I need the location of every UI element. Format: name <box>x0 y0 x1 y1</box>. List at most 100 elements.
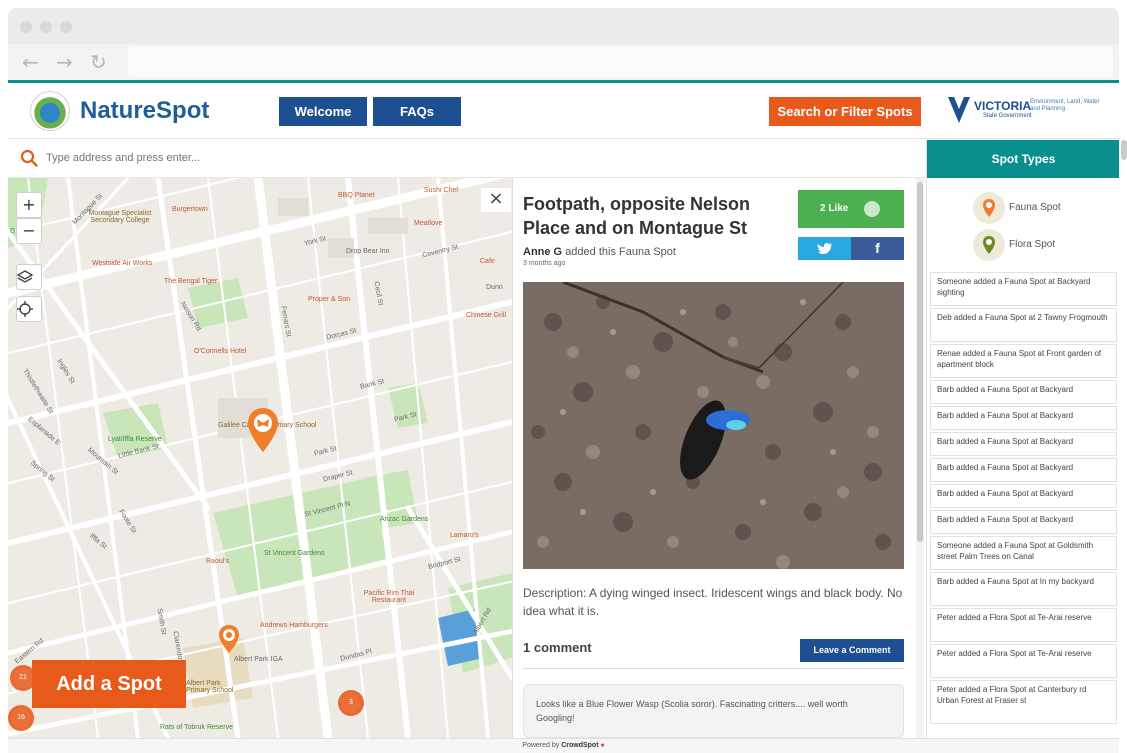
crowdspot-brand[interactable]: CrowdSpot <box>561 742 598 749</box>
feed-item[interactable]: Barb added a Fauna Spot at Backyard <box>930 484 1117 508</box>
locate-me-button[interactable] <box>16 296 42 322</box>
spot-time-ago: 3 months ago <box>523 260 566 267</box>
department-text: Environment, Land, Water and Planning <box>1030 99 1100 112</box>
poi-label: Lamaro's <box>450 532 479 539</box>
add-spot-button[interactable]: Add a Spot <box>32 660 186 708</box>
spot-detail-panel: Footpath, opposite Nelson Place and on M… <box>512 178 914 738</box>
spot-description: Description: A dying winged insect. Irid… <box>523 586 903 618</box>
search-icon[interactable] <box>20 149 38 167</box>
comment-count: 1 comment <box>523 640 592 655</box>
window-minimize-dot[interactable] <box>40 21 52 33</box>
comment-divider <box>523 668 904 669</box>
facebook-share-button[interactable]: f <box>851 237 904 260</box>
feed-item[interactable]: Barb added a Fauna Spot at Backyard <box>930 510 1117 534</box>
leave-comment-button[interactable]: Leave a Comment <box>800 639 904 662</box>
spot-author[interactable]: Anne G <box>523 246 562 258</box>
poi-label: Sushi Chef <box>424 187 459 194</box>
feed-item[interactable]: Peter added a Flora Spot at Canterbury r… <box>930 680 1117 724</box>
spot-author-line: Anne G added this Fauna Spot <box>523 246 676 258</box>
site-header: NatureSpot Welcome FAQs Search or Filter… <box>8 83 1119 139</box>
poi-label: Pacific Rim Thai Restaurant <box>363 590 415 604</box>
like-label: 2 Like <box>820 203 849 214</box>
poi-label: Albert Park Primary School <box>186 680 234 694</box>
victoria-wordmark: VICTORIA <box>974 99 1032 113</box>
poi-label: Chinese Grill <box>466 312 507 319</box>
brand-title[interactable]: NatureSpot <box>80 97 209 125</box>
window-close-dot[interactable] <box>20 21 32 33</box>
app-window: ← → ↻ NatureSpot Welcome FAQs Search or … <box>0 0 1127 753</box>
powered-by-text: Powered by <box>522 742 560 749</box>
twitter-share-button[interactable] <box>798 237 851 260</box>
feed-item[interactable]: Peter added a Flora Spot at Te-Arai rese… <box>930 608 1117 642</box>
poi-label: Andrews Hamburgers <box>260 622 328 629</box>
address-search-input[interactable] <box>46 148 646 168</box>
spot-cluster[interactable]: 3 <box>338 690 364 716</box>
like-button[interactable]: 2 Like <box>798 190 904 228</box>
poi-label: Montague Specialist Secondary College <box>88 210 152 224</box>
poi-label: O'Connells Hotel <box>194 348 247 355</box>
victoria-subtext: State Government <box>983 113 1032 119</box>
feed-item[interactable]: Barb added a Fauna Spot at Backyard <box>930 458 1117 482</box>
park-label: Rats of Tobruk Reserve <box>160 724 234 731</box>
spot-type-label: Flora Spot <box>1009 239 1056 250</box>
poi-label: Meatlove <box>414 220 443 227</box>
crowdspot-logo-icon: ● <box>600 742 605 749</box>
park-label: Anzac Gardens <box>380 516 429 523</box>
window-maximize-dot[interactable] <box>60 21 72 33</box>
fauna-spot-marker-icon[interactable] <box>246 406 280 454</box>
spot-types-title: Spot Types <box>927 140 1119 178</box>
nav-faqs-button[interactable]: FAQs <box>373 97 461 126</box>
zoom-in-button[interactable]: + <box>16 192 42 218</box>
poi-label: Raoul's <box>206 558 230 565</box>
fauna-pin-icon <box>973 192 1005 224</box>
map-canvas[interactable] <box>8 178 512 738</box>
search-filter-button[interactable]: Search or Filter Spots <box>769 97 921 126</box>
poi-label: Albert Park IGA <box>234 656 283 663</box>
feed-item[interactable]: Barb added a Fauna Spot at Backyard <box>930 380 1117 404</box>
layers-icon <box>17 270 33 283</box>
zoom-out-button[interactable]: − <box>16 218 42 244</box>
detail-scrollbar-thumb[interactable] <box>917 182 923 542</box>
map-view[interactable]: York St Dorcas St Bank St Park St Park S… <box>8 178 512 738</box>
spot-types-sidebar: Spot Types Fauna Spot Flora Spot Someone… <box>926 140 1119 738</box>
poi-label: Dunn <box>486 284 503 291</box>
like-icon <box>864 201 880 217</box>
layers-button[interactable] <box>16 264 42 290</box>
feed-item[interactable]: Barb added a Fauna Spot at Backyard <box>930 406 1117 430</box>
poi-label: Proper & Son <box>308 296 351 303</box>
feed-item[interactable]: Someone added a Fauna Spot at Backyard s… <box>930 272 1117 306</box>
spot-added-text: added this Fauna Spot <box>565 246 676 258</box>
poi-label: Burgertown <box>172 206 208 213</box>
feed-item[interactable]: Deb added a Fauna Spot at 2 Tawny Frogmo… <box>930 308 1117 342</box>
spot-photo[interactable] <box>523 282 904 569</box>
reload-icon[interactable]: ↻ <box>90 50 107 74</box>
feed-item[interactable]: Someone added a Fauna Spot at Goldsmith … <box>930 536 1117 570</box>
park-label: Lyal/Iffla Reserve <box>108 436 162 443</box>
flora-pin-icon <box>973 229 1005 261</box>
feed-item[interactable]: Barb added a Fauna Spot at In my backyar… <box>930 572 1117 606</box>
address-bar[interactable] <box>128 47 1113 77</box>
feed-item[interactable]: Renae added a Fauna Spot at Front garden… <box>930 344 1117 378</box>
poi-label: Cafe <box>480 258 495 265</box>
poi-label: Westside Air Works <box>92 260 153 267</box>
poi-label: Drop Bear Inn <box>346 248 390 255</box>
footer: Powered by CrowdSpot ● <box>8 738 1119 753</box>
crosshair-icon <box>17 301 33 317</box>
city-logo-icon <box>30 91 70 131</box>
twitter-icon <box>817 242 832 254</box>
spot-type-label: Fauna Spot <box>1009 202 1061 213</box>
feed-item[interactable]: Barb added a Fauna Spot at Backyard <box>930 432 1117 456</box>
browser-titlebar <box>8 8 1119 44</box>
address-search-bar <box>8 140 926 178</box>
sidebar-scrollbar-thumb[interactable] <box>1121 140 1127 160</box>
fauna-spot-marker-icon[interactable] <box>218 624 240 654</box>
comment-text: Looks like a Blue Flower Wasp (Scolia so… <box>536 699 848 723</box>
close-detail-button[interactable]: × <box>481 188 511 212</box>
park-label: St Vincent Gardens <box>264 550 325 557</box>
feed-item[interactable]: Peter added a Flora Spot at Te-Arai rese… <box>930 644 1117 678</box>
nav-welcome-button[interactable]: Welcome <box>279 97 367 126</box>
spot-title: Footpath, opposite Nelson Place and on M… <box>523 194 750 238</box>
spot-cluster[interactable]: 16 <box>8 705 34 731</box>
back-icon[interactable]: ← <box>22 50 39 74</box>
forward-icon[interactable]: → <box>56 50 73 74</box>
